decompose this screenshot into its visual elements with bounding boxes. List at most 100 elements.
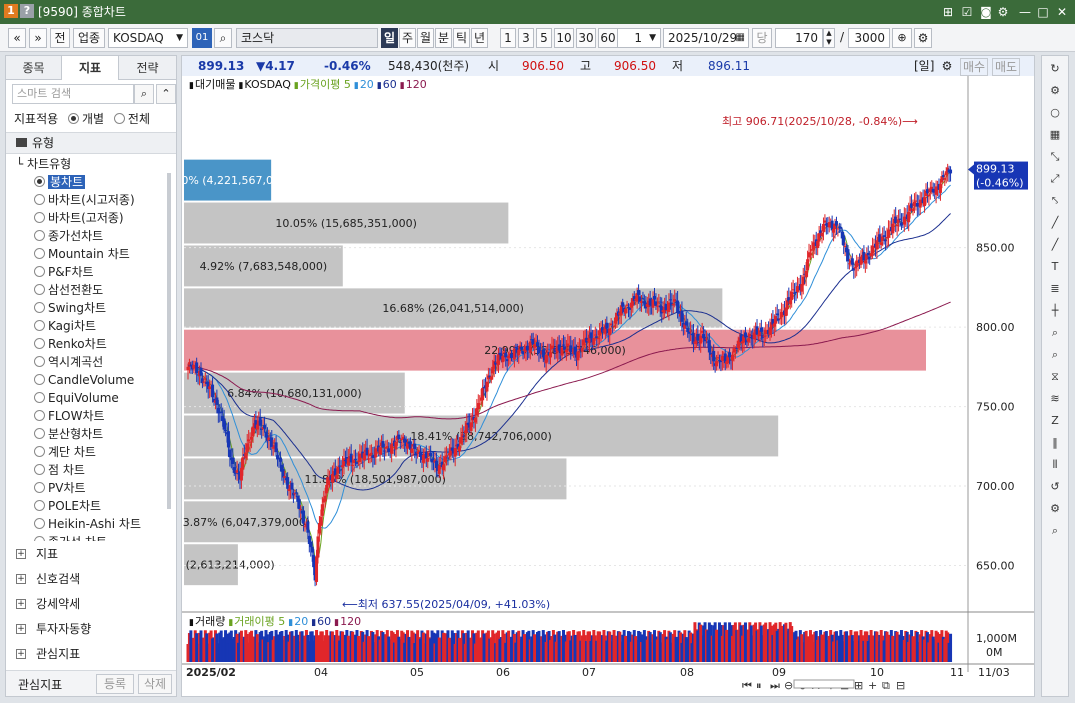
zoom-icon[interactable]: ⌕ xyxy=(1046,324,1064,342)
candle-body[interactable] xyxy=(949,169,953,174)
cross-icon[interactable]: ┼ xyxy=(1046,302,1064,320)
search-icon[interactable]: ⌕ xyxy=(134,84,154,104)
maximize-icon[interactable]: □ xyxy=(1035,4,1051,20)
chart-type-item[interactable]: P&F차트 xyxy=(6,263,94,281)
minute-button-5[interactable]: 60 xyxy=(598,28,618,48)
settings-icon[interactable]: ⚙ xyxy=(995,4,1011,20)
register-button[interactable]: 등록 xyxy=(96,674,134,694)
candle-body[interactable] xyxy=(323,495,327,502)
price-chart[interactable]: 2.70% (4,221,567,000) 10.05% (15,685,351,… xyxy=(182,76,1034,696)
chart-type-item[interactable]: 계단 차트 xyxy=(6,443,96,461)
chart-type-item[interactable]: 점 차트 xyxy=(6,461,85,479)
chart-type-item[interactable]: 바차트(고저종) xyxy=(6,209,124,227)
chart-type-item[interactable]: Mountain 차트 xyxy=(6,245,130,263)
smart-search-input[interactable]: 스마트 검색 xyxy=(12,84,134,104)
chart-control-icon[interactable]: ⊞ xyxy=(854,679,863,692)
period-button-4[interactable]: 틱 xyxy=(453,28,470,48)
period-button-2[interactable]: 월 xyxy=(417,28,434,48)
minute-button-1[interactable]: 3 xyxy=(518,28,534,48)
radio-all[interactable] xyxy=(113,113,125,124)
period-button-0[interactable]: 일 xyxy=(381,28,398,48)
chart-type-item[interactable]: Renko차트 xyxy=(6,335,107,353)
tree-group[interactable]: + 강세약세 xyxy=(6,592,176,616)
circle-icon[interactable]: ○ xyxy=(1046,104,1064,122)
subgroup-chart-type[interactable]: └ 차트유형 xyxy=(6,155,71,173)
help-icon[interactable]: ? xyxy=(20,4,34,18)
code-field[interactable]: 01 xyxy=(192,28,212,48)
chart-type-item[interactable]: 종가선 차트 xyxy=(6,533,107,541)
settings-icon[interactable]: ⚙ xyxy=(1046,82,1064,100)
count-stepper[interactable]: ▲ ▼ xyxy=(823,28,835,48)
pin-icon[interactable]: ⊞ xyxy=(940,4,956,20)
checklist-icon[interactable]: ☑ xyxy=(959,4,975,20)
candle-body[interactable] xyxy=(580,348,584,352)
tab-strategy[interactable]: 전략 xyxy=(119,56,176,80)
trend-icon[interactable]: ⤡ xyxy=(1046,148,1064,166)
delete-button[interactable]: 삭제 xyxy=(138,674,172,694)
line-icon[interactable]: ╱ xyxy=(1046,214,1064,232)
chart-type-item[interactable]: Kagi차트 xyxy=(6,317,96,335)
tab-stock[interactable]: 종목 xyxy=(6,56,62,80)
prev-button[interactable]: « xyxy=(8,28,26,48)
chart-type-item[interactable]: FLOW차트 xyxy=(6,407,105,425)
minute-button-4[interactable]: 30 xyxy=(576,28,596,48)
tree-group[interactable]: + 지표 xyxy=(6,542,176,566)
minute-button-2[interactable]: 5 xyxy=(536,28,552,48)
minute-button-3[interactable]: 10 xyxy=(554,28,574,48)
chart-type-item[interactable]: EquiVolume xyxy=(6,389,119,407)
tree-group[interactable]: + 투자자동향 xyxy=(6,617,176,641)
minute-button-0[interactable]: 1 xyxy=(500,28,516,48)
close-icon[interactable]: ✕ xyxy=(1054,4,1070,20)
chart-type-item[interactable]: 역시계곡선 xyxy=(6,353,103,371)
tab-indicator[interactable]: 지표 xyxy=(62,56,119,80)
interval-input[interactable]: 1 ▼ xyxy=(615,28,661,48)
tool-settings-icon[interactable]: ⚙ xyxy=(1046,500,1064,518)
period-button-5[interactable]: 년 xyxy=(471,28,488,48)
market-select[interactable]: KOSDAQ ▼ xyxy=(108,28,188,48)
auto-line-icon[interactable]: ╱ xyxy=(1046,236,1064,254)
chart-type-item[interactable]: 삼선전환도 xyxy=(6,281,103,299)
camera-icon[interactable]: ◙ xyxy=(978,4,994,20)
sell-button[interactable]: 매도 xyxy=(992,58,1021,76)
period-button-1[interactable]: 주 xyxy=(399,28,416,48)
date-input[interactable]: 2025/10/29 ▦ xyxy=(663,28,749,48)
calendar-icon[interactable]: ▦ xyxy=(736,29,745,47)
chart-type-item[interactable]: Heikin-Ashi 차트 xyxy=(6,515,141,533)
buy-button[interactable]: 매수 xyxy=(960,58,989,76)
period-button-3[interactable]: 분 xyxy=(435,28,452,48)
zigzag-icon[interactable]: Z xyxy=(1046,412,1064,430)
scroll-track[interactable] xyxy=(793,679,855,689)
fibo-icon[interactable]: ≣ xyxy=(1046,280,1064,298)
tree-group[interactable]: + 신호검색 xyxy=(6,567,176,591)
total-input[interactable]: 3000 xyxy=(848,28,890,48)
chart-type-item[interactable]: 봉차트 xyxy=(6,173,86,191)
chart-type-item[interactable]: POLE차트 xyxy=(6,497,101,515)
chart-type-item[interactable]: 바차트(시고저종) xyxy=(6,191,135,209)
before-button[interactable]: 전 xyxy=(50,28,70,48)
minimize-icon[interactable]: — xyxy=(1017,4,1033,20)
group-type[interactable]: 유형 xyxy=(6,132,176,154)
search-icon[interactable]: ⌕ xyxy=(1046,522,1064,540)
chart-control-icon[interactable]: ⏭ xyxy=(770,679,780,692)
chart-type-item[interactable]: PV차트 xyxy=(6,479,86,497)
list-scrollbar[interactable] xyxy=(167,173,171,509)
candle-body[interactable] xyxy=(290,482,294,490)
wave-icon[interactable]: ≋ xyxy=(1046,390,1064,408)
period-icon[interactable]: ‖ xyxy=(1046,434,1064,452)
chart-control-icon[interactable]: ⊟ xyxy=(896,679,905,692)
chart-control-icon[interactable]: ⏸ xyxy=(756,679,762,692)
collapse-up-icon[interactable]: ⌃ xyxy=(156,84,176,104)
chart-type-item[interactable]: 종가선차트 xyxy=(6,227,103,245)
chart-icon[interactable]: ▦ xyxy=(1046,126,1064,144)
count-input[interactable]: 170 xyxy=(775,28,823,48)
chart-control-icon[interactable]: ⊖ xyxy=(784,679,793,692)
chart-type-item[interactable]: Swing차트 xyxy=(6,299,106,317)
chart-type-item[interactable]: CandleVolume xyxy=(6,371,134,389)
chart-control-icon[interactable]: + xyxy=(868,679,877,692)
menu-button[interactable]: » xyxy=(29,28,47,48)
search-icon[interactable]: ⌕ xyxy=(214,28,232,48)
undo-icon[interactable]: ↺ xyxy=(1046,478,1064,496)
chart-control-icon[interactable]: ⏮ xyxy=(742,679,752,692)
sector-button[interactable]: 업종 xyxy=(73,28,105,48)
today-button[interactable]: 당 xyxy=(752,28,772,48)
